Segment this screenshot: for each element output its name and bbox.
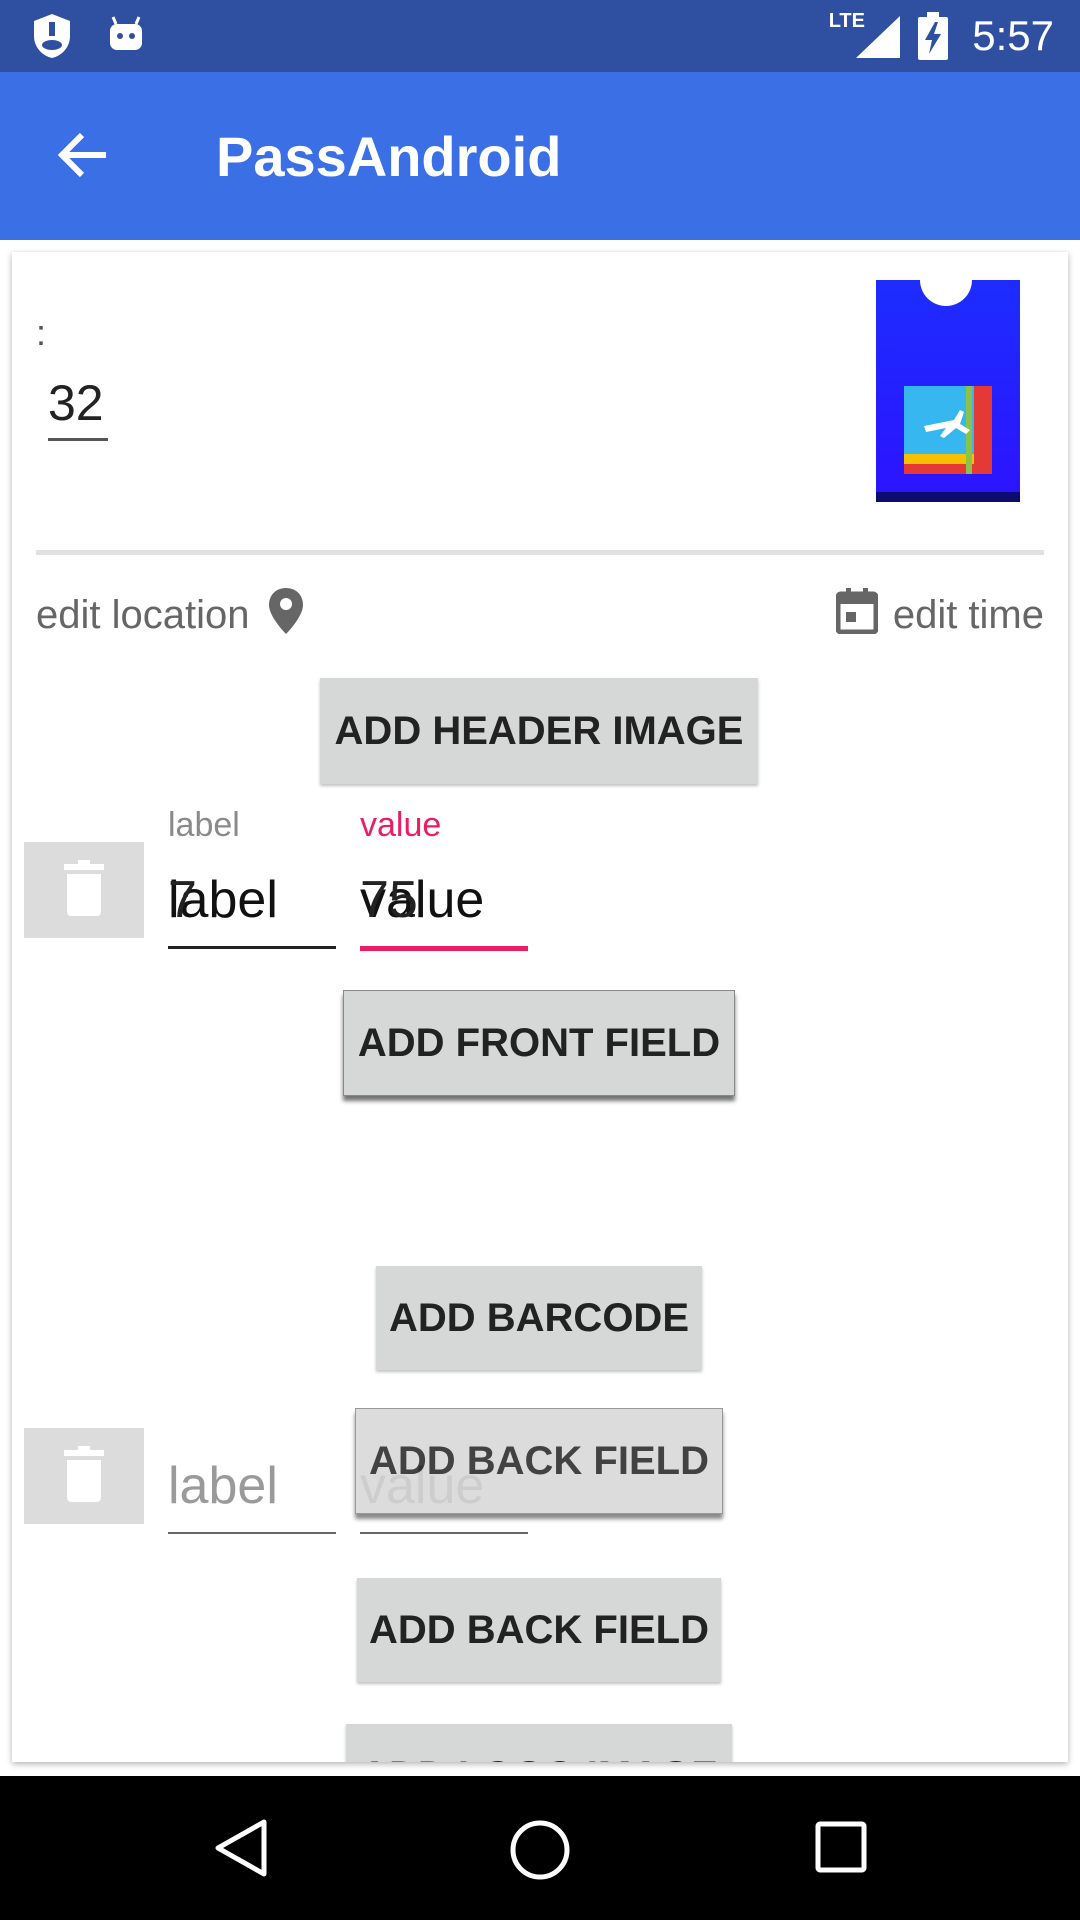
trash-icon xyxy=(64,860,104,916)
back-label-underline xyxy=(168,1532,336,1534)
front-label-caption: label xyxy=(168,806,240,844)
battery-charging-icon xyxy=(918,12,948,60)
edit-time-label: edit time xyxy=(892,593,1044,637)
delete-back-field-button[interactable] xyxy=(24,1428,144,1524)
back-value-underline xyxy=(360,1532,528,1534)
front-label-underline xyxy=(168,946,336,949)
thumbnail-bottom-strip xyxy=(876,492,1020,502)
front-label-overlay: 7 xyxy=(168,871,197,929)
app-bar: PassAndroid xyxy=(0,72,1080,240)
back-nav-icon[interactable] xyxy=(214,1818,270,1878)
pass-thumbnail[interactable] xyxy=(876,254,1020,502)
number-field[interactable]: 32 xyxy=(48,374,108,441)
edit-time-button[interactable]: edit time xyxy=(835,588,1044,638)
shield-icon xyxy=(34,14,70,58)
edit-location-button[interactable]: edit location xyxy=(36,588,303,638)
navigation-bar xyxy=(0,1776,1080,1920)
airplane-ticket-icon xyxy=(904,386,992,474)
add-front-field-button[interactable]: ADD FRONT FIELD xyxy=(343,990,735,1096)
field-colon: : xyxy=(36,312,47,353)
status-bar: LTE 5:57 xyxy=(0,0,1080,72)
front-value-caption: value xyxy=(360,806,442,844)
home-nav-icon[interactable] xyxy=(508,1818,572,1882)
add-back-field-button[interactable]: ADD BACK FIELD xyxy=(357,1578,721,1682)
arrow-back-icon[interactable] xyxy=(56,127,112,183)
thumbnail-notch xyxy=(920,254,972,306)
recents-nav-icon[interactable] xyxy=(814,1820,868,1874)
location-pin-icon xyxy=(268,588,303,634)
pass-editor-card: : 32 edit location edit time ADD HEADER … xyxy=(12,252,1068,1762)
add-back-field-overlay-button[interactable]: ADD BACK FIELD xyxy=(355,1408,723,1514)
delete-front-field-button[interactable] xyxy=(24,842,144,938)
trash-icon xyxy=(64,1446,104,1502)
clock: 5:57 xyxy=(972,12,1054,59)
divider xyxy=(36,550,1044,555)
front-value-input[interactable]: value 75 xyxy=(360,870,484,930)
android-icon xyxy=(110,16,142,50)
add-header-image-button[interactable]: ADD HEADER IMAGE xyxy=(320,678,758,784)
front-label-input[interactable]: label 7 xyxy=(168,870,278,930)
front-value-overlay: 75 xyxy=(360,871,418,929)
calendar-icon xyxy=(835,588,879,635)
front-value-underline xyxy=(360,946,528,951)
app-title: PassAndroid xyxy=(216,125,562,188)
add-barcode-button[interactable]: ADD BARCODE xyxy=(376,1266,702,1370)
add-logo-image-button[interactable]: ADD LOGO IMAGE xyxy=(346,1724,732,1762)
signal-icon xyxy=(856,16,900,58)
edit-location-label: edit location xyxy=(36,593,250,637)
back-label-input[interactable]: label xyxy=(168,1456,278,1516)
